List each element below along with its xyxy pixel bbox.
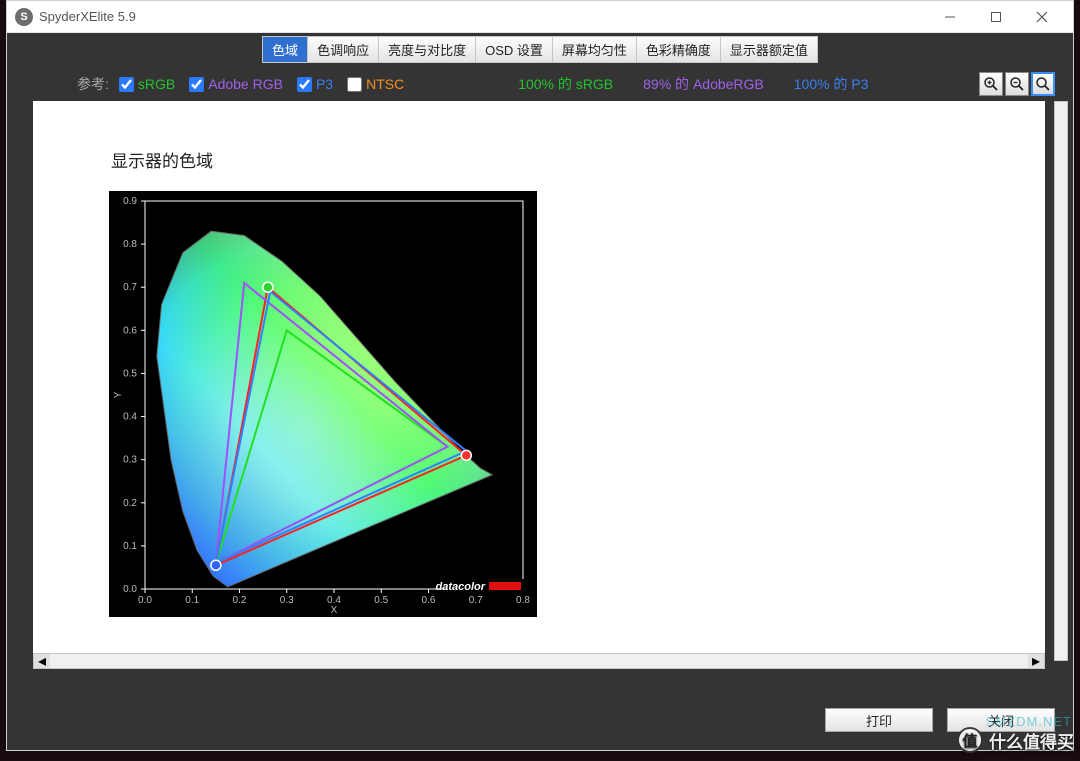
svg-text:0.6: 0.6: [123, 325, 137, 336]
checkbox-srgb-label: sRGB: [138, 76, 175, 92]
print-button[interactable]: 打印: [825, 708, 933, 732]
zoom-fit-button[interactable]: [1031, 72, 1055, 96]
svg-text:datacolor: datacolor: [435, 581, 485, 593]
svg-text:X: X: [331, 605, 338, 616]
app-body: 色域 色调响应 亮度与对比度 OSD 设置 屏幕均匀性 色彩精确度 显示器额定值…: [7, 33, 1073, 750]
svg-text:0.8: 0.8: [516, 595, 530, 606]
print-button-label: 打印: [866, 711, 892, 730]
footer: 打印 关闭: [7, 690, 1073, 750]
tab-gamut[interactable]: 色域: [263, 37, 308, 62]
tab-label: 屏幕均匀性: [562, 43, 627, 58]
watermark-text: 什么值得买: [989, 728, 1074, 753]
scroll-right-icon[interactable]: ▸: [1028, 654, 1044, 668]
gamut-chart: 0.0 0.1 0.2 0.3 0.4 0.5 0.6 0.7 0.8 0.0 0.1 0.2 0.3 0…: [109, 191, 537, 617]
reference-label: 参考:: [77, 74, 109, 94]
svg-text:0.2: 0.2: [123, 498, 137, 509]
zoom-group: [979, 72, 1055, 96]
svg-text:Y: Y: [113, 391, 124, 398]
close-button[interactable]: [1019, 2, 1065, 32]
title-bar: S SpyderXElite 5.9: [7, 1, 1073, 33]
svg-text:0.5: 0.5: [123, 368, 137, 379]
tab-uniformity[interactable]: 屏幕均匀性: [553, 37, 637, 62]
svg-text:0.1: 0.1: [185, 595, 199, 606]
zoom-in-button[interactable]: [979, 72, 1003, 96]
checkbox-p3-input[interactable]: [297, 77, 312, 92]
svg-text:0.0: 0.0: [123, 584, 137, 595]
zoom-out-button[interactable]: [1005, 72, 1029, 96]
coverage-adobe: 89% 的 AdobeRGB: [643, 74, 764, 94]
svg-text:0.3: 0.3: [123, 455, 137, 466]
svg-text:0.7: 0.7: [469, 595, 483, 606]
tab-label: 色调响应: [317, 43, 369, 58]
checkbox-p3-label: P3: [316, 76, 333, 92]
svg-text:0.7: 0.7: [123, 282, 137, 293]
svg-text:0.6: 0.6: [422, 595, 436, 606]
checkbox-ntsc-label: NTSC: [366, 76, 404, 92]
watermark-badge-icon: 值: [957, 727, 983, 753]
tab-label: 色域: [272, 43, 298, 58]
horizontal-scrollbar[interactable]: ◂ ▸: [33, 653, 1045, 669]
options-bar: 参考: sRGB Adobe RGB P3 NTSC 100% 的 sRGB 8…: [7, 63, 1073, 105]
app-window: S SpyderXElite 5.9 色域 色调响应 亮度与对比度 OSD 设置…: [6, 0, 1074, 751]
tabs: 色域 色调响应 亮度与对比度 OSD 设置 屏幕均匀性 色彩精确度 显示器额定值: [262, 36, 818, 63]
viewer-title: 显示器的色域: [111, 147, 213, 172]
svg-text:0.8: 0.8: [123, 239, 137, 250]
svg-text:0.2: 0.2: [233, 595, 247, 606]
checkbox-adobergb-input[interactable]: [189, 77, 204, 92]
svg-text:0.3: 0.3: [280, 595, 294, 606]
checkbox-ntsc[interactable]: NTSC: [347, 76, 404, 92]
checkbox-srgb[interactable]: sRGB: [119, 76, 175, 92]
checkbox-ntsc-input[interactable]: [347, 77, 362, 92]
watermark: 值 什么值得买: [957, 727, 1074, 753]
svg-text:0.9: 0.9: [123, 196, 137, 207]
coverage-p3: 100% 的 P3: [794, 74, 869, 94]
tab-tone[interactable]: 色调响应: [308, 37, 379, 62]
tab-accuracy[interactable]: 色彩精确度: [637, 37, 721, 62]
window-title: SpyderXElite 5.9: [39, 9, 136, 24]
app-logo-icon: S: [15, 8, 33, 26]
vertical-scrollbar[interactable]: [1054, 101, 1068, 661]
coverage-readout: 100% 的 sRGB 89% 的 AdobeRGB 100% 的 P3: [518, 74, 868, 94]
svg-text:0.5: 0.5: [374, 595, 388, 606]
tab-row: 色域 色调响应 亮度与对比度 OSD 设置 屏幕均匀性 色彩精确度 显示器额定值: [7, 33, 1073, 63]
checkbox-adobergb[interactable]: Adobe RGB: [189, 76, 283, 92]
viewer-panel: 显示器的色域 0.0 0.1 0.2 0.3 0.4 0.5 0.6 0.7 0.8 0.0 0.1…: [33, 101, 1045, 661]
scroll-left-icon[interactable]: ◂: [34, 654, 50, 668]
tab-brightness[interactable]: 亮度与对比度: [379, 37, 476, 62]
maximize-button[interactable]: [973, 2, 1019, 32]
tab-label: 显示器额定值: [730, 43, 808, 58]
tab-label: 色彩精确度: [646, 43, 711, 58]
tab-rating[interactable]: 显示器额定值: [721, 37, 817, 62]
minimize-button[interactable]: [927, 2, 973, 32]
svg-text:0.0: 0.0: [138, 595, 152, 606]
tab-label: 亮度与对比度: [388, 43, 466, 58]
svg-text:0.4: 0.4: [123, 412, 137, 423]
coverage-srgb: 100% 的 sRGB: [518, 74, 613, 94]
checkbox-srgb-input[interactable]: [119, 77, 134, 92]
tab-osd[interactable]: OSD 设置: [476, 37, 553, 62]
checkbox-p3[interactable]: P3: [297, 76, 333, 92]
tab-label: OSD 设置: [485, 43, 543, 58]
checkbox-adobergb-label: Adobe RGB: [208, 76, 283, 92]
svg-text:0.1: 0.1: [123, 541, 137, 552]
